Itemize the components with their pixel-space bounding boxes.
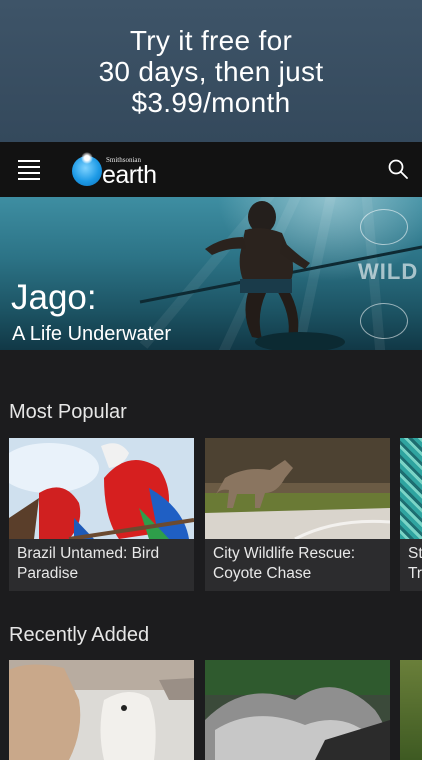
video-card[interactable] bbox=[400, 660, 422, 760]
logo-big-text: earth bbox=[102, 161, 157, 189]
card-title: City Wildlife Rescue: Coyote Chase bbox=[213, 545, 356, 582]
section-title-most-popular: Most Popular bbox=[9, 401, 127, 423]
video-card[interactable] bbox=[205, 660, 390, 760]
hero-subtitle: A Life Underwater bbox=[12, 323, 171, 345]
card-thumbnail-partial bbox=[400, 660, 422, 760]
hero-title: Jago: bbox=[11, 278, 97, 317]
card-title: St Tr bbox=[408, 545, 422, 582]
hamburger-menu-icon[interactable] bbox=[18, 160, 40, 180]
section-title-recently-added: Recently Added bbox=[9, 624, 150, 646]
promo-text: Try it free for 30 days, then just $3.99… bbox=[98, 24, 324, 118]
card-title: Brazil Untamed: Bird Paradise bbox=[17, 545, 160, 582]
promo-banner[interactable]: Try it free for 30 days, then just $3.99… bbox=[0, 0, 422, 142]
video-card[interactable] bbox=[9, 660, 194, 760]
card-thumbnail-polar-bears bbox=[9, 660, 194, 760]
card-thumbnail-parrots bbox=[9, 438, 194, 539]
sun-logo-icon bbox=[72, 152, 102, 186]
video-card[interactable]: Brazil Untamed: Bird Paradise bbox=[9, 438, 194, 591]
festival-laurel-2 bbox=[360, 303, 408, 339]
card-thumbnail-partial bbox=[400, 438, 422, 539]
video-card[interactable]: St Tr bbox=[400, 438, 422, 591]
festival-laurel-1 bbox=[360, 209, 408, 245]
card-thumbnail-volcano bbox=[205, 660, 390, 760]
nav-bar: Smithsonian earth bbox=[0, 142, 422, 197]
search-icon[interactable] bbox=[388, 159, 408, 179]
video-card[interactable]: City Wildlife Rescue: Coyote Chase bbox=[205, 438, 390, 591]
app-logo[interactable]: Smithsonian earth bbox=[72, 152, 182, 189]
wild-festival-badge: WILD bbox=[358, 259, 419, 284]
card-thumbnail-coyote bbox=[205, 438, 390, 539]
